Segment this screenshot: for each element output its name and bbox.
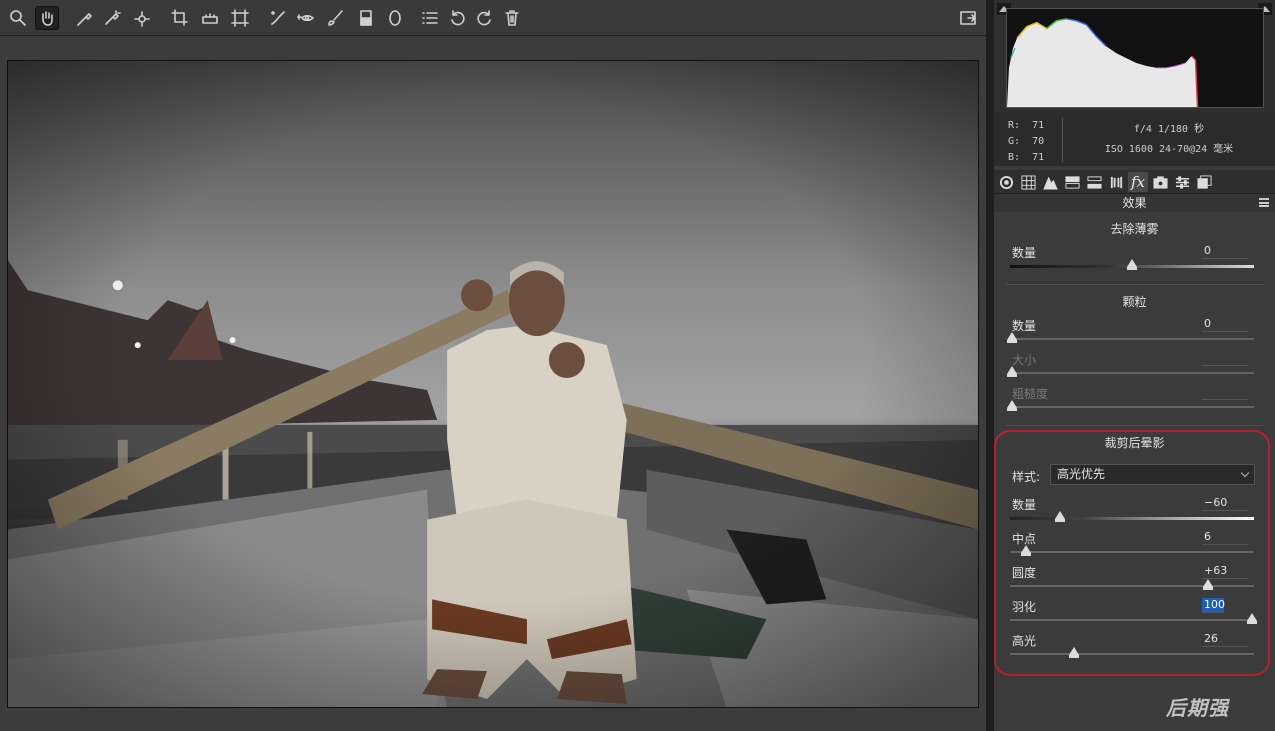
white-balance-tool-icon[interactable] bbox=[73, 6, 97, 30]
tab-split-toning-icon[interactable] bbox=[1084, 172, 1104, 192]
dehaze-amount-label: 数量 bbox=[1012, 246, 1037, 260]
adjustment-brush-tool-icon[interactable] bbox=[324, 6, 348, 30]
list-icon[interactable] bbox=[418, 6, 442, 30]
grain-amount-track[interactable] bbox=[1010, 338, 1254, 340]
grain-amount-slider[interactable]: 数量 0 bbox=[1007, 317, 1256, 347]
tab-effects-icon[interactable]: fx bbox=[1128, 172, 1148, 192]
section-title: 效果 bbox=[994, 194, 1275, 212]
panel-menu-icon[interactable] bbox=[1259, 198, 1269, 207]
dehaze-amount-value[interactable]: 0 bbox=[1202, 244, 1248, 259]
fullscreen-toggle-icon[interactable] bbox=[956, 6, 980, 30]
transform-tool-icon[interactable] bbox=[228, 6, 252, 30]
rotate-right-icon[interactable] bbox=[472, 6, 496, 30]
tab-lens-icon[interactable] bbox=[1106, 172, 1126, 192]
tab-tone-curve-icon[interactable] bbox=[1018, 172, 1038, 192]
zoom-tool-icon[interactable] bbox=[6, 6, 30, 30]
targeted-adjustment-tool-icon[interactable] bbox=[130, 6, 154, 30]
image-canvas[interactable] bbox=[0, 36, 986, 731]
crop-tool-icon[interactable] bbox=[168, 6, 192, 30]
tab-hsl-icon[interactable] bbox=[1062, 172, 1082, 192]
dehaze-amount-slider[interactable]: 数量 0 bbox=[1010, 244, 1256, 274]
grain-size-thumb bbox=[1007, 366, 1017, 377]
right-panel: R: 71 G: 70 B: 71 f/4 1/180 秒 ISO 1600 2… bbox=[994, 0, 1275, 731]
grain-roughness-thumb bbox=[1007, 400, 1017, 411]
red-eye-tool-icon[interactable] bbox=[294, 6, 318, 30]
color-sampler-tool-icon[interactable] bbox=[100, 6, 124, 30]
photo-illustration bbox=[8, 61, 978, 707]
grain-size-value bbox=[1202, 351, 1248, 366]
radial-filter-tool-icon[interactable] bbox=[383, 6, 407, 30]
tab-basic-icon[interactable] bbox=[996, 172, 1016, 192]
panel-divider[interactable] bbox=[986, 0, 994, 731]
grain-title: 颗粒 bbox=[1122, 295, 1147, 309]
iso-lens-info: ISO 1600 24-70@24 毫米 bbox=[1104, 144, 1234, 155]
tab-presets-icon[interactable] bbox=[1172, 172, 1192, 192]
watermark: 后期强 bbox=[1166, 696, 1229, 720]
rgb-readout: R: 71 G: 70 B: 71 bbox=[1008, 118, 1044, 166]
histogram bbox=[994, 0, 1275, 112]
straighten-tool-icon[interactable] bbox=[198, 6, 222, 30]
r-value: R: 71 bbox=[1008, 120, 1045, 131]
trash-icon[interactable] bbox=[500, 6, 524, 30]
grain-roughness-label: 粗糙度 bbox=[1012, 387, 1049, 401]
toolbar bbox=[0, 0, 986, 36]
divider bbox=[1006, 284, 1264, 285]
info-separator bbox=[1062, 118, 1063, 162]
hand-tool-icon[interactable] bbox=[35, 6, 59, 30]
camera-info: f/4 1/180 秒 ISO 1600 24-70@24 毫米 bbox=[1074, 120, 1264, 160]
grain-roughness-slider: 粗糙度 bbox=[1007, 385, 1256, 415]
graduated-filter-tool-icon[interactable] bbox=[354, 6, 378, 30]
rotate-left-icon[interactable] bbox=[446, 6, 470, 30]
b-value: B: 71 bbox=[1008, 152, 1045, 163]
divider bbox=[1006, 425, 1264, 426]
section-title-label: 效果 bbox=[1122, 196, 1147, 210]
grain-amount-thumb[interactable] bbox=[1007, 332, 1017, 343]
dehaze-title: 去除薄雾 bbox=[1110, 222, 1159, 236]
tab-detail-icon[interactable] bbox=[1040, 172, 1060, 192]
photo-preview[interactable] bbox=[7, 60, 979, 708]
tab-camera-calibration-icon[interactable] bbox=[1150, 172, 1170, 192]
spot-removal-tool-icon[interactable] bbox=[266, 6, 290, 30]
grain-size-slider: 大小 bbox=[1007, 351, 1256, 381]
grain-amount-value[interactable]: 0 bbox=[1202, 317, 1248, 332]
info-readout: R: 71 G: 70 B: 71 f/4 1/180 秒 ISO 1600 2… bbox=[994, 112, 1275, 166]
grain-roughness-track bbox=[1010, 406, 1254, 408]
annotation-highlight-ring bbox=[994, 430, 1270, 676]
histogram-graph bbox=[1006, 8, 1264, 108]
dehaze-amount-thumb[interactable] bbox=[1127, 259, 1137, 270]
tab-snapshots-icon[interactable] bbox=[1194, 172, 1214, 192]
grain-size-track bbox=[1010, 372, 1254, 374]
panel-tabs: fx bbox=[994, 170, 1275, 194]
grain-roughness-value bbox=[1202, 385, 1248, 400]
g-value: G: 70 bbox=[1008, 136, 1045, 147]
exposure-info: f/4 1/180 秒 bbox=[1133, 124, 1205, 135]
